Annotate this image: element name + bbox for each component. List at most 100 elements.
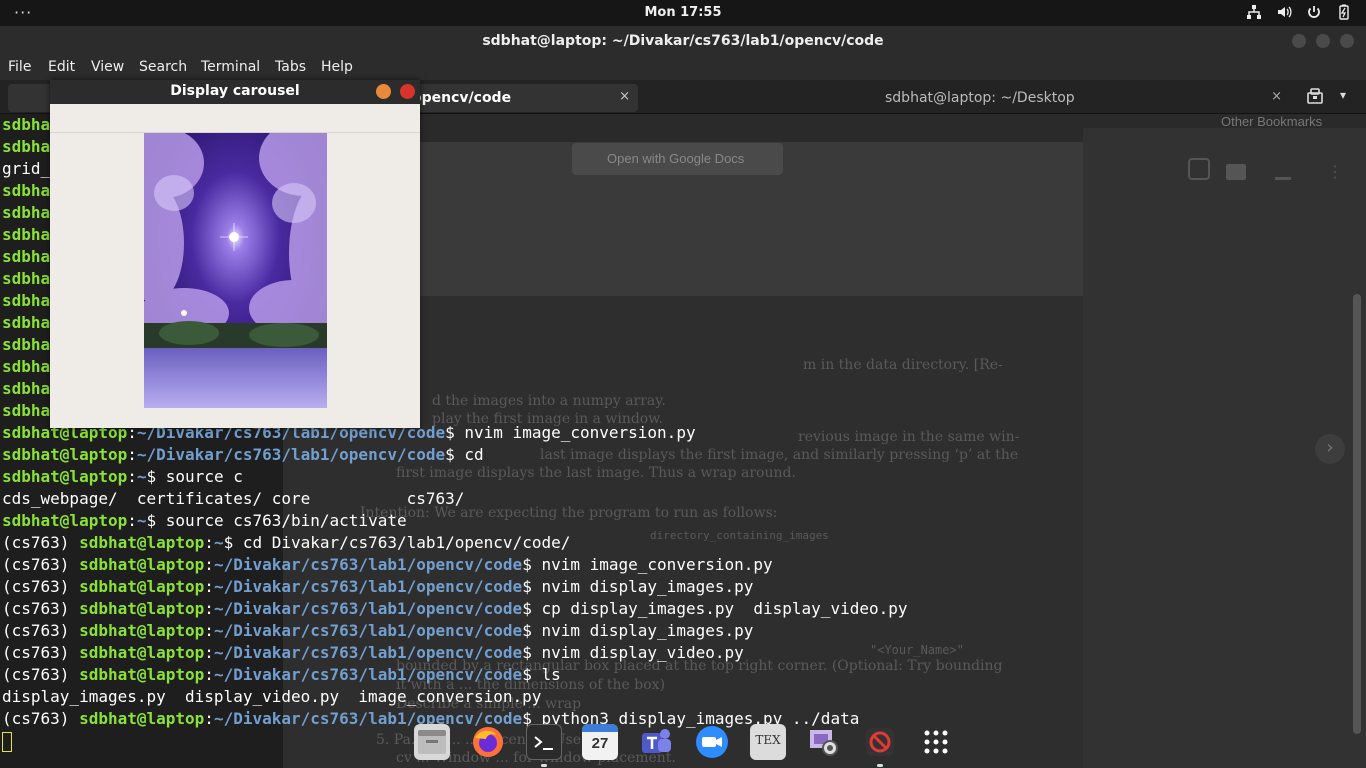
download-icon[interactable]: [1275, 162, 1291, 180]
terminal-text: (cs763): [2, 643, 80, 662]
tab-menu-dropdown-icon[interactable]: ▾: [1340, 88, 1346, 102]
window-controls: [1292, 34, 1354, 48]
minimize-button[interactable]: [1292, 34, 1306, 48]
terminal-text: (cs763): [2, 665, 80, 684]
tab-close-icon[interactable]: ×: [619, 89, 630, 104]
carousel-close-button[interactable]: [400, 84, 415, 99]
terminal-text: $ cd Divakar/cs763/lab1/opencv/code/: [223, 533, 571, 552]
menu-view[interactable]: View: [91, 59, 124, 75]
terminal-text: $ nvim display_video.py: [522, 643, 744, 662]
terminal-text: sdbhat@laptop: [79, 577, 205, 596]
terminal-line: (cs763) sdbhat@laptop:~/Divakar/cs763/la…: [2, 554, 1082, 576]
add-icon[interactable]: [1188, 158, 1210, 180]
terminal-line: (cs763) sdbhat@laptop:~/Divakar/cs763/la…: [2, 598, 1082, 620]
zoom-icon[interactable]: [694, 724, 730, 760]
screenshot-icon[interactable]: [806, 724, 842, 760]
terminal-line: (cs763) sdbhat@laptop:~/Divakar/cs763/la…: [2, 664, 1082, 686]
texmaker-icon[interactable]: TEX: [750, 724, 786, 760]
top-bar: ··· Mon 17:55: [0, 0, 1366, 26]
terminal-text: (cs763): [2, 709, 80, 728]
carousel-image: [144, 133, 327, 408]
tab-close-icon[interactable]: ×: [1271, 89, 1282, 104]
terminal-line: sdbhat@laptop:~/Divakar/cs763/lab1/openc…: [2, 444, 1082, 466]
terminal-text: ~: [136, 467, 147, 486]
more-options-icon[interactable]: ⋮: [1327, 162, 1343, 181]
menu-help[interactable]: Help: [321, 59, 353, 75]
terminal-text: (cs763): [2, 555, 80, 574]
terminal-text: ~/Divakar/cs763/lab1/opencv/code: [213, 577, 523, 596]
terminal-text: ~: [213, 533, 224, 552]
menu-bar: File Edit View Search Terminal Tabs Help: [0, 56, 1366, 80]
network-icon[interactable]: [1246, 4, 1262, 20]
calendar-icon[interactable]: 27: [582, 724, 618, 760]
terminal-text: ~/Divakar/cs763/lab1/opencv/code: [213, 599, 523, 618]
terminal-text: :: [204, 621, 214, 640]
next-page-icon[interactable]: ›: [1315, 434, 1345, 464]
carousel-title: Display carousel: [170, 83, 300, 99]
terminal-text: ~/Divakar/cs763/lab1/opencv/code: [213, 665, 523, 684]
terminal-text: sdbhat@laptop: [79, 643, 205, 662]
carousel-minimize-button[interactable]: [376, 84, 391, 99]
terminal-text: $ nvim image_conversion.py: [522, 555, 773, 574]
terminal-cursor[interactable]: [2, 731, 12, 752]
terminal-titlebar[interactable]: sdbhat@laptop: ~/Divakar/cs763/lab1/open…: [0, 26, 1366, 56]
tab-desktop[interactable]: sdbhat@laptop: ~/Desktop ×: [650, 84, 1290, 112]
teams-icon[interactable]: [638, 724, 674, 760]
new-tab-icon[interactable]: [1306, 87, 1324, 105]
terminal-text: ~: [136, 511, 147, 530]
terminal-text: sdbhat@laptop: [79, 533, 205, 552]
terminal-icon[interactable]: [526, 724, 562, 760]
clock[interactable]: Mon 17:55: [0, 5, 1366, 20]
terminal-text: sdbhat@laptop: [2, 511, 128, 530]
volume-icon[interactable]: [1276, 4, 1292, 20]
terminal-text: $ ls: [522, 665, 561, 684]
menu-terminal[interactable]: Terminal: [201, 59, 260, 75]
other-bookmarks-label[interactable]: Other Bookmarks: [1221, 114, 1322, 129]
running-indicator: [541, 764, 547, 767]
terminal-line: cds_webpage/ certificates/ core cs763/: [2, 488, 1082, 510]
terminal-text: sdbhat@laptop: [79, 709, 205, 728]
app-grid-icon[interactable]: [918, 724, 954, 760]
firefox-icon[interactable]: [470, 724, 506, 760]
close-button[interactable]: [1340, 34, 1354, 48]
pdf-scrollbar[interactable]: [1353, 294, 1361, 734]
terminal-line: display_images.py display_video.py image…: [2, 686, 1082, 708]
calendar-day: 27: [591, 735, 609, 752]
terminal-text: (cs763): [2, 621, 80, 640]
display-carousel-window[interactable]: Display carousel: [50, 80, 420, 428]
menu-tabs[interactable]: Tabs: [275, 59, 306, 75]
menu-search[interactable]: Search: [139, 59, 187, 75]
terminal-text: :: [127, 445, 137, 464]
terminal-text: :: [127, 511, 137, 530]
terminal-text: $ source c: [146, 467, 243, 486]
terminal-text: cds_webpage/ certificates/ core cs763/: [2, 489, 465, 508]
menu-edit[interactable]: Edit: [48, 59, 75, 75]
maximize-button[interactable]: [1316, 34, 1330, 48]
terminal-text: sdbhat@laptop: [79, 621, 205, 640]
terminal-text: sdbhat@laptop: [79, 665, 205, 684]
files-icon[interactable]: [414, 724, 450, 760]
terminal-line: (cs763) sdbhat@laptop:~/Divakar/cs763/la…: [2, 576, 1082, 598]
battery-icon[interactable]: [1336, 4, 1352, 20]
terminal-text: ~/Divakar/cs763/lab1/opencv/code: [213, 621, 523, 640]
terminal-line: (cs763) sdbhat@laptop:~$ cd Divakar/cs76…: [2, 532, 1082, 554]
menu-file[interactable]: File: [8, 59, 31, 75]
terminal-text: :: [204, 577, 214, 596]
terminal-text: $ nvim display_images.py: [522, 621, 754, 640]
terminal-text: $ nvim display_images.py: [522, 577, 754, 596]
print-icon[interactable]: [1226, 164, 1246, 180]
terminal-text: :: [204, 533, 214, 552]
blocked-icon[interactable]: [862, 724, 898, 760]
terminal-text: sdbhat@laptop: [79, 555, 205, 574]
terminal-text: (cs763): [2, 577, 80, 596]
window-title: sdbhat@laptop: ~/Divakar/cs763/lab1/open…: [482, 33, 884, 49]
carousel-titlebar[interactable]: Display carousel: [50, 80, 420, 104]
terminal-text: :: [204, 555, 214, 574]
terminal-line: (cs763) sdbhat@laptop:~/Divakar/cs763/la…: [2, 642, 1082, 664]
terminal-text: :: [204, 709, 214, 728]
terminal-text: $ source cs763/bin/activate: [146, 511, 407, 530]
power-icon[interactable]: [1306, 4, 1322, 20]
system-tray[interactable]: [1246, 4, 1352, 20]
running-indicator: [877, 764, 883, 767]
terminal-text: ~/Divakar/cs763/lab1/opencv/code: [213, 643, 523, 662]
